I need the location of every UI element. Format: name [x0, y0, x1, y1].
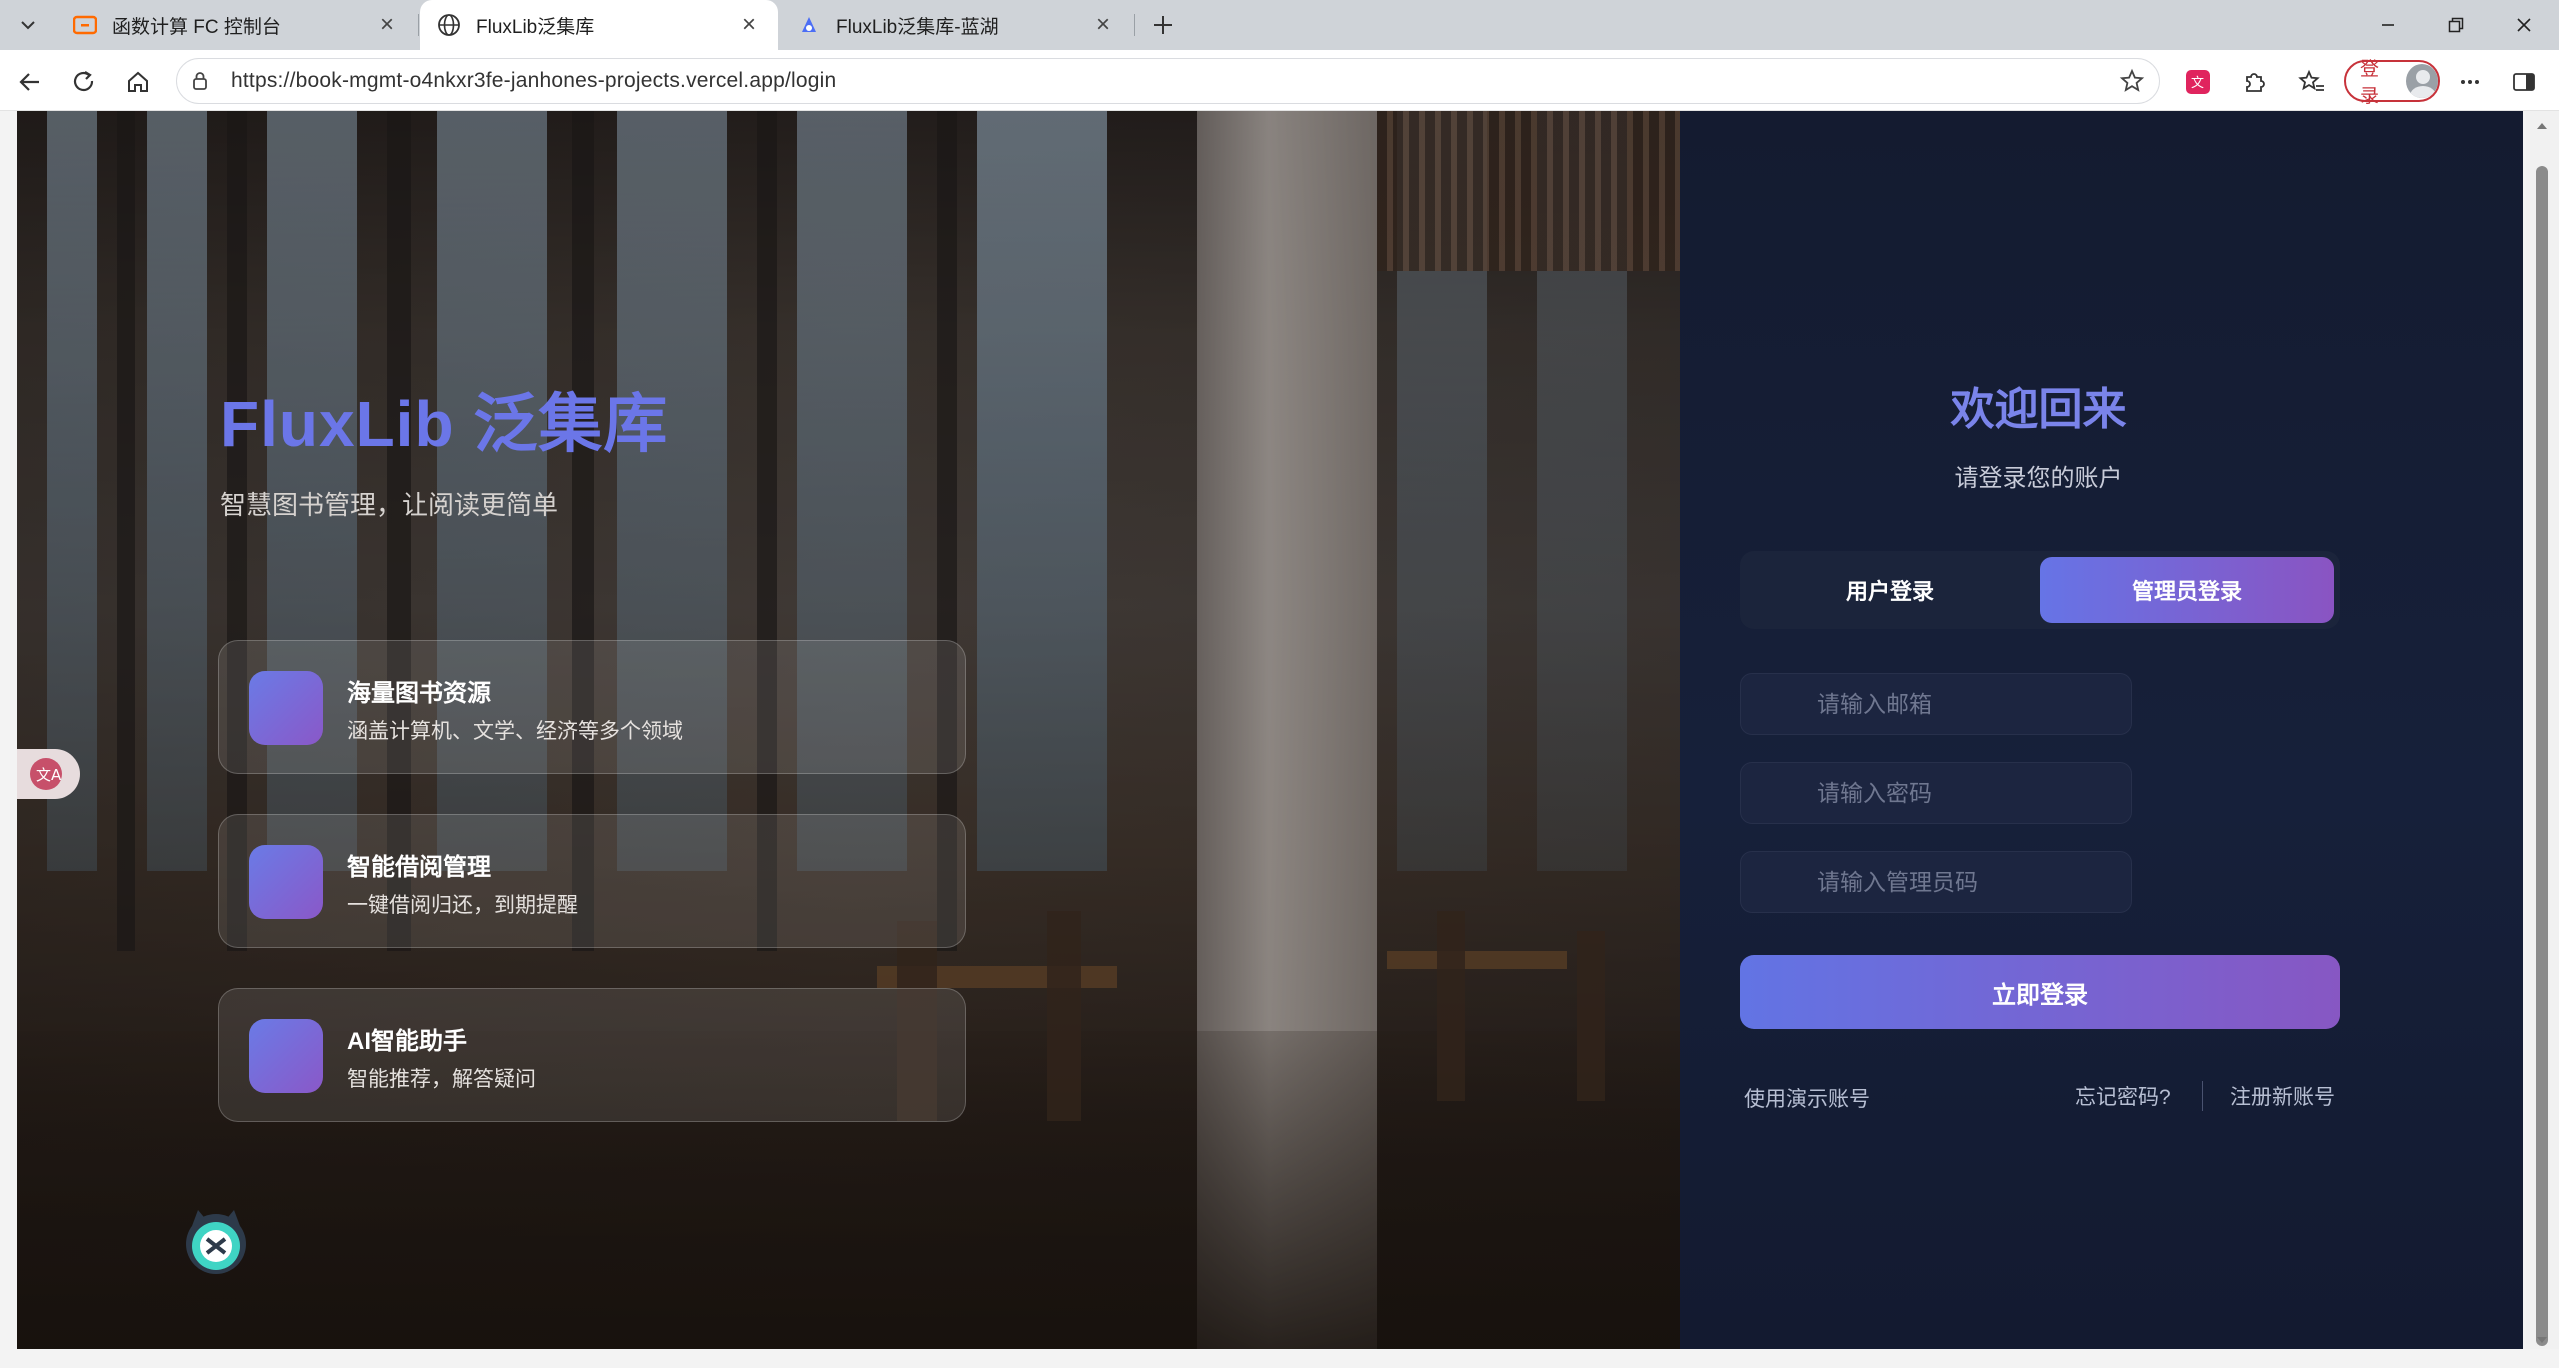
tab-title: 函数计算 FC 控制台 — [112, 16, 281, 38]
brand-title: FluxLib 泛集库 — [220, 388, 669, 460]
tab-title: FluxLib泛集库 — [476, 16, 595, 38]
favorite-star-icon[interactable] — [2119, 68, 2145, 94]
scroll-down-arrow-icon[interactable] — [2534, 1332, 2550, 1348]
login-type-tabs: 用户登录 管理员登录 — [1740, 551, 2340, 629]
forgot-password-link[interactable]: 忘记密码? — [2075, 1081, 2171, 1111]
aliyun-icon — [72, 12, 98, 38]
page-translate-button[interactable]: 文A — [17, 749, 80, 799]
home-icon — [128, 71, 148, 92]
feature-title: AI智能助手 — [347, 1028, 467, 1055]
reload-icon — [73, 71, 94, 92]
register-link[interactable]: 注册新账号 — [2230, 1081, 2335, 1111]
close-icon — [2517, 18, 2531, 32]
restore-button[interactable] — [2422, 0, 2490, 50]
plus-icon — [1154, 16, 1172, 34]
lanhu-icon — [796, 12, 822, 38]
puzzle-icon — [2246, 73, 2265, 92]
password-field[interactable] — [1740, 762, 2132, 824]
scrollbar-thumb[interactable] — [2536, 166, 2548, 1346]
site-info-icon[interactable] — [189, 70, 211, 92]
feature-title: 智能借阅管理 — [347, 854, 491, 881]
globe-icon — [436, 12, 462, 38]
feature-card: AI智能助手 智能推荐，解答疑问 — [218, 988, 966, 1122]
window-close-button[interactable] — [2490, 0, 2558, 50]
chevron-down-icon — [21, 21, 35, 30]
feature-icon — [249, 1019, 323, 1093]
profile-login-button[interactable]: 登录 — [2344, 59, 2440, 107]
close-icon[interactable]: × — [1090, 11, 1116, 38]
home-button[interactable] — [118, 62, 158, 102]
demo-account-link[interactable]: 使用演示账号 — [1744, 1083, 1870, 1113]
new-tab-button[interactable] — [1143, 5, 1183, 45]
tab-separator — [1134, 14, 1135, 36]
hero-background: FluxLib 泛集库 智慧图书管理，让阅读更简单 海量图书资源 涵盖计算机、文… — [17, 111, 1680, 1349]
email-field[interactable] — [1740, 673, 2132, 735]
back-button[interactable] — [10, 62, 50, 102]
translate-icon: 文A — [30, 758, 62, 790]
more-horizontal-icon — [2461, 80, 2479, 84]
close-icon[interactable]: × — [374, 11, 400, 38]
feature-card: 智能借阅管理 一键借阅归还，到期提醒 — [218, 814, 966, 948]
extensions-button[interactable] — [2234, 62, 2274, 102]
tab-fluxlib-lanhu[interactable]: FluxLib泛集库-蓝湖 × — [780, 0, 1132, 50]
tab-user-login[interactable]: 用户登录 — [1746, 557, 2034, 623]
url-text[interactable]: https://book-mgmt-o4nkxr3fe-janhones-pro… — [231, 69, 836, 93]
more-options-button[interactable] — [2450, 62, 2490, 102]
profile-login-label: 登录 — [2360, 59, 2380, 107]
tab-fluxlib[interactable]: FluxLib泛集库 × — [420, 0, 778, 50]
minimize-button[interactable] — [2354, 0, 2422, 50]
favorites-button[interactable] — [2292, 62, 2332, 102]
feature-card: 海量图书资源 涵盖计算机、文学、经济等多个领域 — [218, 640, 966, 774]
sidebar-toggle-button[interactable] — [2504, 62, 2544, 102]
reload-button[interactable] — [64, 62, 104, 102]
feature-description: 涵盖计算机、文学、经济等多个领域 — [347, 720, 683, 743]
tab-admin-login[interactable]: 管理员登录 — [2040, 557, 2334, 623]
svg-text:文A: 文A — [36, 766, 62, 784]
assistant-mascot-icon[interactable] — [180, 1206, 252, 1278]
favorites-icon — [2298, 69, 2324, 91]
address-bar[interactable]: https://book-mgmt-o4nkxr3fe-janhones-pro… — [176, 58, 2160, 104]
restore-icon — [2448, 17, 2464, 33]
minimize-icon — [2382, 24, 2394, 26]
translate-icon: 文 — [2186, 70, 2210, 94]
feature-icon — [249, 671, 323, 745]
brand-subtitle: 智慧图书管理，让阅读更简单 — [220, 490, 559, 520]
tab-list-button[interactable] — [8, 5, 48, 45]
page-viewport: FluxLib 泛集库 智慧图书管理，让阅读更简单 海量图书资源 涵盖计算机、文… — [17, 111, 2523, 1349]
admin-code-field[interactable] — [1740, 851, 2132, 913]
welcome-subtitle: 请登录您的账户 — [1954, 465, 2123, 492]
window-bottom-edge — [0, 1349, 2559, 1368]
tab-title: FluxLib泛集库-蓝湖 — [836, 16, 999, 38]
feature-description: 智能推荐，解答疑问 — [347, 1068, 536, 1091]
tab-separator — [418, 14, 419, 36]
scroll-up-arrow-icon[interactable] — [2534, 118, 2550, 134]
feature-description: 一键借阅归还，到期提醒 — [347, 894, 578, 917]
translate-extension-button[interactable]: 文 — [2178, 62, 2218, 102]
link-divider — [2202, 1081, 2203, 1111]
feature-icon — [249, 845, 323, 919]
sidebar-icon — [2513, 73, 2535, 91]
login-panel: 欢迎回来 请登录您的账户 用户登录 管理员登录 立即登录 使用演示账号 忘记密码… — [1680, 111, 2523, 1349]
svg-text:文: 文 — [2191, 76, 2204, 91]
avatar-icon — [2405, 64, 2438, 98]
login-submit-button[interactable]: 立即登录 — [1740, 955, 2340, 1029]
arrow-left-icon — [19, 73, 39, 91]
feature-title: 海量图书资源 — [347, 680, 491, 707]
welcome-heading: 欢迎回来 — [1950, 385, 2127, 434]
close-icon[interactable]: × — [736, 11, 762, 38]
tab-fc-console[interactable]: 函数计算 FC 控制台 × — [56, 0, 416, 50]
browser-tab-bar: 函数计算 FC 控制台 × FluxLib泛集库 × FluxLib泛集库-蓝湖… — [0, 0, 2559, 50]
